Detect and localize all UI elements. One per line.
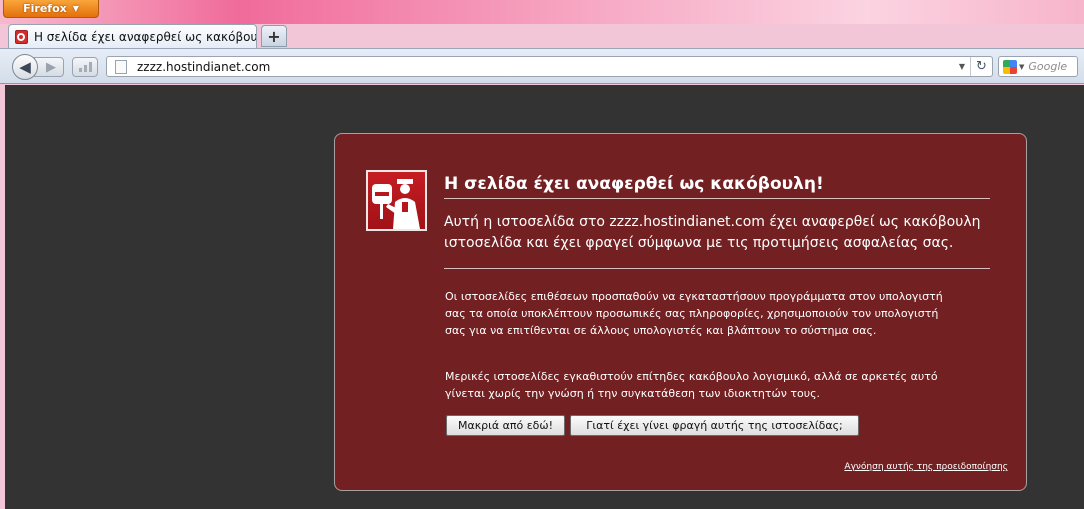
google-icon[interactable]: [1003, 59, 1017, 74]
forward-button[interactable]: ▶: [34, 57, 64, 77]
back-arrow-icon: ◀: [19, 58, 31, 76]
page-icon: [115, 59, 127, 74]
chevron-down-icon: ▼: [72, 4, 79, 13]
new-tab-button[interactable]: +: [261, 25, 287, 47]
divider: [444, 268, 990, 269]
error-description-owners: Μερικές ιστοσελίδες εγκαθιστούν επίτηδες…: [445, 370, 938, 400]
reload-icon[interactable]: ↻: [970, 57, 992, 76]
bookmarks-toolbar-button[interactable]: [72, 57, 98, 77]
error-intro-text: Αυτή η ιστοσελίδα στο zzzz.hostindianet.…: [444, 214, 981, 251]
ignore-warning-link[interactable]: Αγνόηση αυτής της προειδοποίησης: [844, 462, 1008, 472]
search-bar[interactable]: ▼ Google: [998, 56, 1078, 77]
error-description-attacks: Οι ιστοσελίδες επιθέσεων προσπαθούν να ε…: [445, 290, 943, 337]
firefox-menu-button[interactable]: Firefox ▼: [3, 0, 99, 18]
tab-strip: Η σελίδα έχει αναφερθεί ως κακόβουλη! +: [0, 24, 1084, 48]
tab-active[interactable]: Η σελίδα έχει αναφερθεί ως κακόβουλη!: [8, 24, 257, 48]
page-content: Η σελίδα έχει αναφερθεί ως κακόβουλη! Αυ…: [5, 85, 1084, 509]
url-bar[interactable]: zzzz.hostindianet.com ▼ ↻: [106, 56, 993, 77]
malware-warning-box: Η σελίδα έχει αναφερθεί ως κακόβουλη! Αυ…: [334, 133, 1027, 491]
why-blocked-button[interactable]: Γιατί έχει γίνει φραγή αυτής της ιστοσελ…: [570, 415, 859, 436]
search-engine-dropdown-icon[interactable]: ▼: [1019, 63, 1024, 71]
firefox-menu-label: Firefox: [23, 2, 67, 15]
forward-arrow-icon: ▶: [46, 59, 56, 75]
search-input[interactable]: Google: [1028, 60, 1067, 73]
navigation-bar: ◀ ▶ zzzz.hostindianet.com ▼ ↻ ▼ Google: [0, 48, 1084, 84]
url-input[interactable]: zzzz.hostindianet.com: [137, 60, 954, 74]
url-dropdown-icon[interactable]: ▼: [954, 62, 970, 71]
get-me-out-button[interactable]: Μακριά από εδώ!: [446, 415, 565, 436]
tab-favicon-icon: [15, 29, 28, 44]
police-shield-icon: [366, 170, 427, 231]
back-button[interactable]: ◀: [12, 54, 38, 80]
error-title: Η σελίδα έχει αναφερθεί ως κακόβουλη!: [444, 174, 990, 199]
window-titlebar: Firefox ▼: [0, 0, 1084, 24]
tab-title: Η σελίδα έχει αναφερθεί ως κακόβουλη!: [33, 29, 256, 44]
